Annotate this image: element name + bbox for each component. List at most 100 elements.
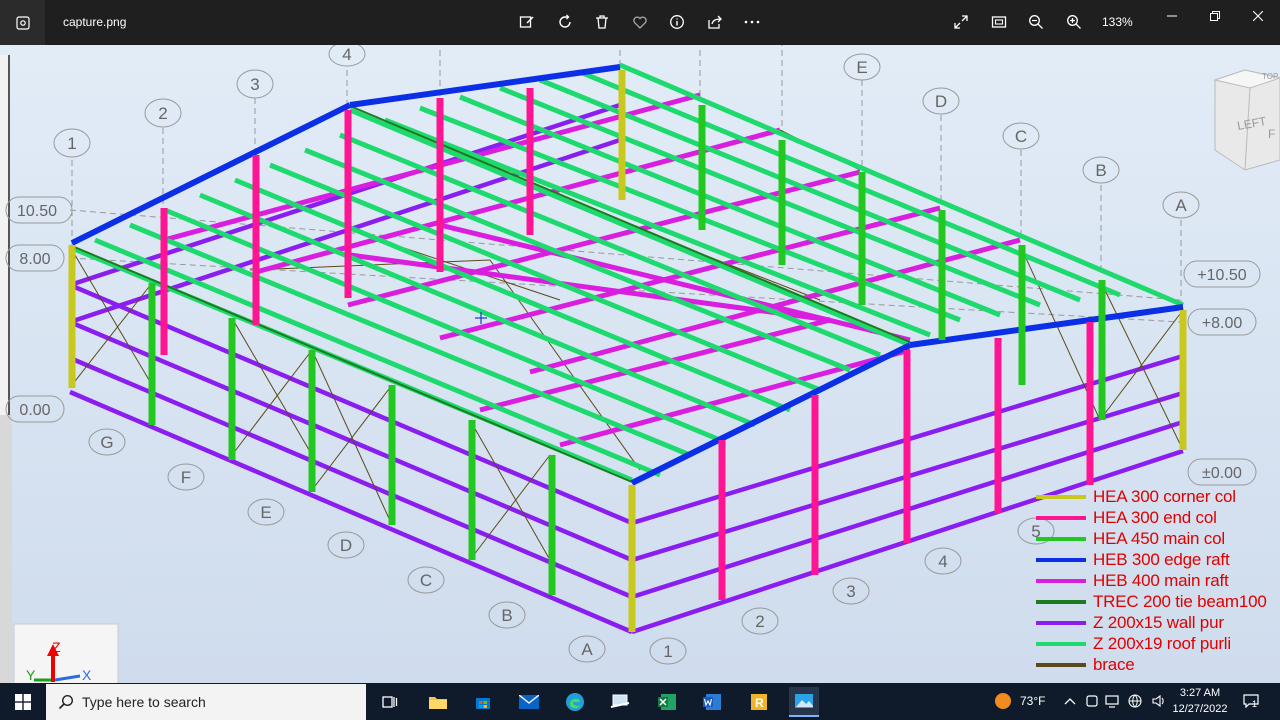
legend-item: HEA 300 corner col — [1036, 486, 1280, 507]
mail-icon[interactable] — [514, 687, 544, 717]
legend-item: Z 200x19 roof purli — [1036, 633, 1280, 654]
rotate-icon[interactable] — [554, 11, 576, 33]
image-viewport[interactable]: 1 2 3 4 1 2 3 4 5 A B C D E G F E D C B … — [0, 45, 1280, 683]
legend-swatch — [1036, 494, 1086, 499]
close-button[interactable] — [1243, 6, 1273, 26]
legend-label: Z 200x15 wall pur — [1093, 612, 1224, 632]
grid-label: 2 — [755, 612, 764, 631]
device-icon[interactable] — [1084, 693, 1100, 709]
grid-label: D — [340, 536, 352, 555]
grid-label: E — [856, 58, 867, 77]
level-label: 10.50 — [17, 203, 57, 220]
search-icon — [58, 694, 74, 710]
globe-icon[interactable] — [1127, 693, 1143, 709]
wifi-icon[interactable] — [1104, 693, 1120, 709]
grid-label: 3 — [250, 75, 259, 94]
legend-swatch — [1036, 515, 1086, 520]
grid-label: D — [935, 92, 947, 111]
notification-center[interactable]: 1 — [1240, 693, 1262, 709]
system-clock[interactable]: 3:27 AM 12/27/2022 — [1172, 685, 1228, 717]
fit-window-icon[interactable] — [988, 11, 1010, 33]
legend-label: HEA 450 main col — [1093, 528, 1225, 548]
minimize-button[interactable] — [1157, 6, 1187, 26]
store-icon[interactable] — [468, 687, 498, 717]
view-cube-label: TOP — [1262, 72, 1278, 81]
grid-label: B — [1095, 161, 1106, 180]
zoom-level[interactable]: 133% — [1102, 15, 1133, 29]
weather-temperature[interactable]: 73°F — [1020, 694, 1045, 708]
grid-label: G — [100, 433, 113, 452]
grid-label: 4 — [938, 552, 947, 571]
grid-label: F — [181, 468, 191, 487]
more-icon[interactable] — [741, 11, 763, 33]
volume-icon[interactable] — [1150, 693, 1166, 709]
robot-app-icon[interactable]: R — [744, 687, 774, 717]
axis-label-y: Y — [26, 667, 36, 683]
axis-label-x: X — [82, 667, 92, 683]
favorite-icon[interactable] — [629, 11, 651, 33]
network-app-icon[interactable] — [606, 687, 636, 717]
task-view-icon[interactable] — [375, 687, 405, 717]
file-explorer-icon[interactable] — [423, 687, 453, 717]
fullscreen-icon[interactable] — [950, 11, 972, 33]
axis-indicator: Z X Y — [13, 623, 119, 683]
word-icon[interactable] — [697, 687, 727, 717]
level-label: +8.00 — [1202, 315, 1243, 332]
svg-text:R: R — [755, 696, 764, 710]
edge-browser-icon[interactable] — [560, 687, 590, 717]
grid-label: C — [420, 571, 432, 590]
level-label: +10.50 — [1197, 267, 1246, 284]
grid-label: A — [581, 640, 593, 659]
legend-label: HEA 300 end col — [1093, 507, 1217, 527]
grid-label: C — [1015, 127, 1027, 146]
level-label: ±0.00 — [1202, 465, 1242, 482]
clock-date: 12/27/2022 — [1172, 703, 1228, 715]
level-label: 8.00 — [19, 251, 50, 268]
legend-label: brace — [1093, 654, 1135, 674]
corner-columns — [68, 70, 1187, 632]
grid-label: 1 — [663, 642, 672, 661]
grid-label: 3 — [846, 582, 855, 601]
grid-label: 1 — [67, 134, 76, 153]
legend-item: TREC 200 tie beam100 — [1036, 591, 1280, 612]
weather-icon[interactable] — [994, 692, 1012, 710]
excel-icon[interactable] — [652, 687, 682, 717]
legend-label: HEB 300 edge raft — [1093, 549, 1230, 569]
photos-app-icon[interactable] — [0, 0, 45, 45]
view-cube-label: F — [1268, 127, 1275, 141]
level-label: 0.00 — [19, 402, 50, 419]
chevron-up-icon[interactable] — [1062, 693, 1078, 709]
legend-swatch — [1036, 536, 1086, 541]
wall-purlins — [69, 102, 1184, 635]
legend-item: Z 200x15 wall pur — [1036, 612, 1280, 633]
legend-label: Z 200x19 roof purli — [1093, 633, 1231, 653]
zoom-out-icon[interactable] — [1025, 11, 1047, 33]
edit-image-icon[interactable] — [516, 11, 538, 33]
delete-icon[interactable] — [591, 11, 613, 33]
grid-label: 2 — [158, 104, 167, 123]
legend-item: HEB 400 main raft — [1036, 570, 1280, 591]
taskbar: Type here to search R 73°F 3:27 AM 12/27… — [0, 683, 1280, 720]
legend-label: HEA 300 corner col — [1093, 486, 1236, 506]
legend-item: brace — [1036, 654, 1280, 675]
legend-swatch — [1036, 641, 1086, 646]
zoom-in-icon[interactable] — [1063, 11, 1085, 33]
axis-label-z: Z — [52, 639, 61, 655]
grid-label: B — [501, 606, 512, 625]
start-button[interactable] — [0, 683, 45, 720]
legend-swatch — [1036, 599, 1086, 604]
restore-button[interactable] — [1200, 6, 1230, 26]
legend-label: HEB 400 main raft — [1093, 570, 1229, 590]
share-icon[interactable] — [704, 11, 726, 33]
legend-item: HEA 300 end col — [1036, 507, 1280, 528]
view-cube[interactable]: LEFT F TOP — [1213, 69, 1280, 171]
info-icon[interactable] — [666, 11, 688, 33]
level-labels: 10.50 8.00 0.00 +10.50 +8.00 ±0.00 — [5, 196, 1261, 486]
taskbar-search[interactable]: Type here to search — [46, 684, 366, 720]
grid-label: 4 — [342, 45, 351, 64]
photos-app-taskbar-icon[interactable] — [789, 687, 819, 717]
title-bar: capture.png 133% — [0, 0, 1280, 45]
grid-label: E — [260, 503, 271, 522]
legend-swatch — [1036, 557, 1086, 562]
legend-item: HEA 450 main col — [1036, 528, 1280, 549]
